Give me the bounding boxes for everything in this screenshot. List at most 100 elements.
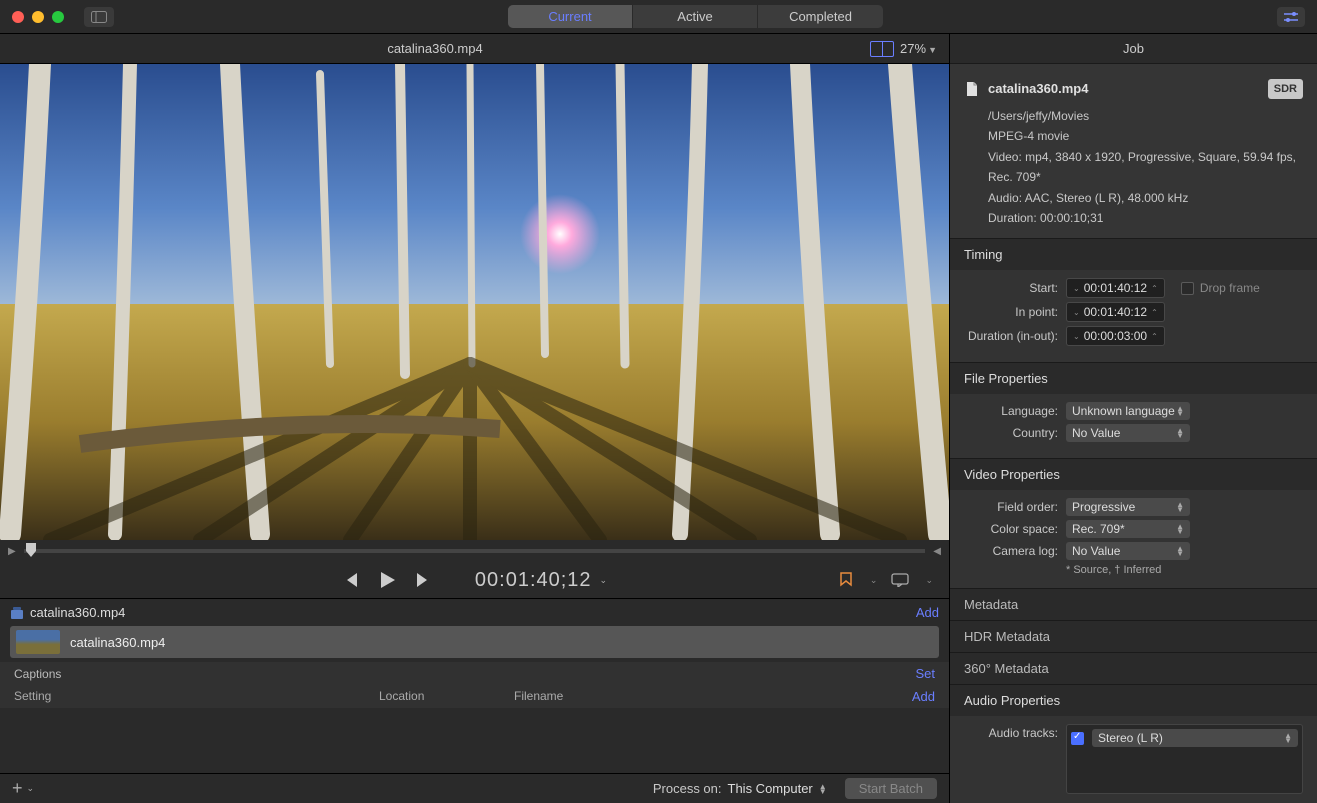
job-info-audio: Audio: AAC, Stereo (L R), 48.000 kHz — [988, 188, 1303, 208]
preview-image — [0, 64, 949, 540]
inspector-panel: Job catalina360.mp4 SDR /Users/jeffy/Mov… — [949, 34, 1317, 803]
country-value: No Value — [1072, 426, 1120, 440]
field-order-select[interactable]: Progressive▲▼ — [1066, 498, 1190, 516]
sdr-badge: SDR — [1268, 79, 1303, 100]
window-controls — [12, 11, 64, 23]
audio-track-select[interactable]: Stereo (L R)▲▼ — [1092, 729, 1298, 747]
field-order-label: Field order: — [964, 500, 1058, 514]
col-location: Location — [379, 689, 514, 704]
video-preview[interactable] — [0, 64, 949, 540]
field-order-value: Progressive — [1072, 500, 1135, 514]
column-headers: Setting Location Filename Add — [0, 685, 949, 708]
job-info-duration: Duration: 00:00:10;31 — [988, 208, 1303, 228]
bottom-bar: +⌄ Process on: This Computer▲▼ Start Bat… — [0, 773, 949, 803]
camera-log-value: No Value — [1072, 544, 1120, 558]
chevron-down-icon[interactable]: ⌄ — [925, 575, 933, 586]
inspector-title: Job — [950, 34, 1317, 64]
prev-frame-button[interactable] — [341, 571, 359, 589]
zoom-value: 27% — [900, 41, 926, 56]
job-row[interactable]: catalina360.mp4 — [10, 626, 939, 658]
duration-label: Duration (in-out): — [964, 329, 1058, 343]
minimize-window-button[interactable] — [32, 11, 44, 23]
language-value: Unknown language — [1072, 404, 1175, 418]
add-menu-button[interactable]: +⌄ — [12, 778, 34, 799]
add-batch-button[interactable]: Add — [916, 605, 939, 620]
chevron-down-icon: ▼ — [928, 45, 937, 55]
video-footnote: * Source, † Inferred — [1066, 564, 1303, 576]
job-info-block: catalina360.mp4 SDR /Users/jeffy/Movies … — [950, 64, 1317, 239]
timeline-area: ▶ ◀ 00:01:40;12 ⌄ ⌄ ⌄ — [0, 540, 949, 598]
duration-stepper[interactable]: ⌄00:00:03:00⌃ — [1066, 326, 1165, 346]
col-setting: Setting — [14, 689, 379, 704]
audio-track-item: Stereo (L R)▲▼ — [1071, 729, 1298, 747]
toggle-sidebar-button[interactable] — [84, 7, 114, 27]
set-captions-button[interactable]: Set — [915, 666, 935, 681]
in-label: In point: — [964, 305, 1058, 319]
col-filename: Filename — [514, 689, 904, 704]
file-properties-section: File Properties Language: Unknown langua… — [950, 363, 1317, 459]
file-icon — [964, 81, 980, 97]
hdr-metadata-section[interactable]: HDR Metadata — [950, 621, 1317, 653]
360-metadata-section[interactable]: 360° Metadata — [950, 653, 1317, 685]
color-space-value: Rec. 709* — [1072, 522, 1125, 536]
play-button[interactable] — [377, 570, 397, 590]
title-bar: Current Active Completed — [0, 0, 1317, 34]
batch-area: catalina360.mp4 Add catalina360.mp4 Capt… — [0, 598, 949, 773]
country-label: Country: — [964, 426, 1058, 440]
view-tabs: Current Active Completed — [508, 5, 883, 28]
sliders-icon — [1283, 11, 1299, 23]
in-stepper[interactable]: ⌄00:01:40:12⌃ — [1066, 302, 1165, 322]
in-handle-icon[interactable]: ▶ — [8, 546, 16, 557]
sidebar-icon — [91, 11, 107, 23]
scrubber-track[interactable] — [24, 549, 926, 553]
country-select[interactable]: No Value▲▼ — [1066, 424, 1190, 442]
start-batch-button[interactable]: Start Batch — [845, 778, 937, 799]
video-properties-title: Video Properties — [950, 459, 1317, 490]
drop-frame-label: Drop frame — [1200, 281, 1260, 295]
job-info-path: /Users/jeffy/Movies — [988, 106, 1303, 126]
scrubber[interactable]: ▶ ◀ — [0, 540, 949, 562]
drop-frame-checkbox[interactable] — [1181, 282, 1194, 295]
audio-track-value: Stereo (L R) — [1098, 731, 1163, 745]
chevron-down-icon[interactable]: ⌄ — [870, 575, 878, 586]
tab-current[interactable]: Current — [508, 5, 633, 28]
color-space-label: Color space: — [964, 522, 1058, 536]
start-value: 00:01:40:12 — [1084, 281, 1147, 295]
playhead-icon[interactable] — [26, 543, 36, 557]
captions-label: Captions — [14, 667, 907, 681]
out-handle-icon[interactable]: ◀ — [933, 546, 941, 557]
add-output-button[interactable]: Add — [912, 689, 935, 704]
tab-completed[interactable]: Completed — [758, 5, 883, 28]
zoom-dropdown[interactable]: 27%▼ — [900, 41, 937, 56]
timecode-display[interactable]: 00:01:40;12 ⌄ — [475, 569, 608, 592]
start-label: Start: — [964, 281, 1058, 295]
timecode-value: 00:01:40;12 — [475, 569, 592, 592]
audio-track-checkbox[interactable] — [1071, 732, 1084, 745]
color-space-select[interactable]: Rec. 709*▲▼ — [1066, 520, 1190, 538]
audio-tracks-list: Stereo (L R)▲▼ — [1066, 724, 1303, 794]
captions-row: Captions Set — [0, 662, 949, 685]
file-properties-title: File Properties — [950, 363, 1317, 394]
job-info-video: Video: mp4, 3840 x 1920, Progressive, Sq… — [988, 147, 1303, 188]
compare-view-button[interactable] — [870, 41, 894, 57]
close-window-button[interactable] — [12, 11, 24, 23]
toggle-inspector-button[interactable] — [1277, 7, 1305, 27]
timing-section: Timing Start: ⌄00:01:40:12⌃ Drop frame I… — [950, 239, 1317, 363]
audio-tracks-label: Audio tracks: — [964, 724, 1058, 740]
marker-button[interactable] — [838, 572, 854, 588]
chevron-down-icon: ⌄ — [27, 783, 35, 794]
start-stepper[interactable]: ⌄00:01:40:12⌃ — [1066, 278, 1165, 298]
process-on-value: This Computer — [728, 781, 813, 796]
zoom-window-button[interactable] — [52, 11, 64, 23]
chevron-down-icon: ⌄ — [600, 575, 609, 586]
camera-log-select[interactable]: No Value▲▼ — [1066, 542, 1190, 560]
process-on-dropdown[interactable]: This Computer▲▼ — [728, 781, 827, 796]
language-select[interactable]: Unknown language▲▼ — [1066, 402, 1190, 420]
tab-active[interactable]: Active — [633, 5, 758, 28]
preview-filename: catalina360.mp4 — [0, 41, 870, 56]
batch-icon — [10, 606, 24, 620]
metadata-section[interactable]: Metadata — [950, 589, 1317, 621]
next-frame-button[interactable] — [415, 571, 433, 589]
language-label: Language: — [964, 404, 1058, 418]
comment-button[interactable] — [891, 573, 909, 587]
